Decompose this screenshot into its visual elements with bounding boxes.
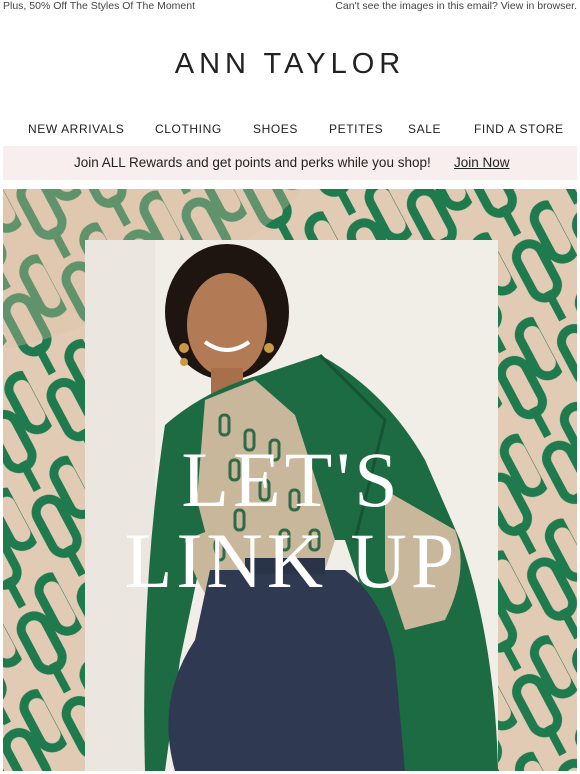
- nav-item-shoes[interactable]: SHOES: [253, 122, 298, 136]
- nav-item-sale[interactable]: SALE: [408, 122, 441, 136]
- brand-logo[interactable]: ANN TAYLOR: [0, 48, 580, 81]
- join-now-link[interactable]: Join Now: [454, 155, 510, 170]
- preheader-tagline: Plus, 50% Off The Styles Of The Moment: [3, 0, 196, 12]
- nav-item-clothing[interactable]: CLOTHING: [155, 122, 222, 136]
- hero-headline-line1: LET'S: [181, 436, 402, 523]
- rewards-message: Join ALL Rewards and get points and perk…: [74, 155, 431, 170]
- nav-item-new-arrivals[interactable]: NEW ARRIVALS: [28, 122, 124, 136]
- main-nav: NEW ARRIVALS CLOTHING SHOES PETITES SALE…: [0, 122, 580, 138]
- rewards-banner: Join ALL Rewards and get points and perk…: [3, 146, 577, 180]
- nav-item-petites[interactable]: PETITES: [329, 122, 383, 136]
- hero-banner[interactable]: LET'S LINK UP: [3, 189, 577, 771]
- nav-item-find-a-store[interactable]: FIND A STORE: [474, 122, 564, 136]
- hero-headline-line2: LINK UP: [124, 517, 459, 604]
- view-in-browser-link[interactable]: Can't see the images in this email? View…: [335, 0, 577, 12]
- preheader: Plus, 50% Off The Styles Of The Moment C…: [0, 0, 580, 14]
